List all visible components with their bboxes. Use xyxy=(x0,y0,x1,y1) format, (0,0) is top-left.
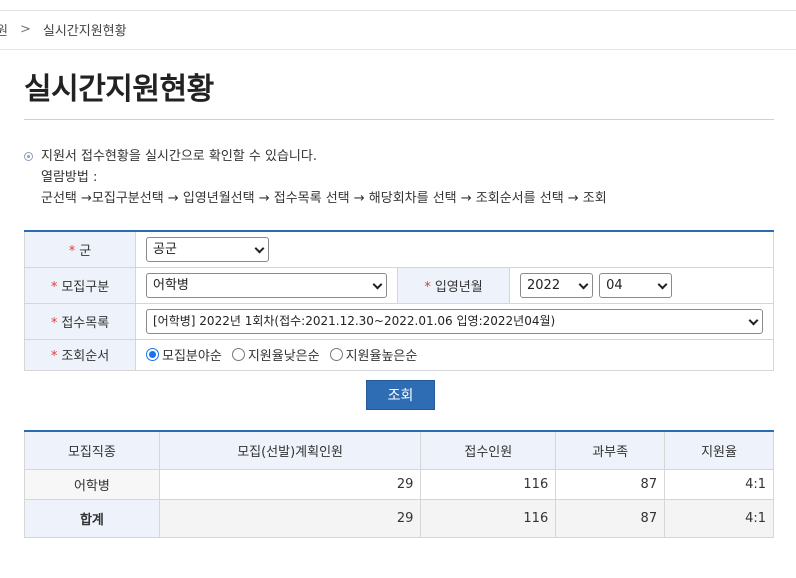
info-line-1: 지원서 접수현황을 실시간으로 확인할 수 있습니다. xyxy=(41,149,317,164)
col-header-applicants: 접수인원 xyxy=(420,430,557,470)
radio-selected-icon[interactable] xyxy=(146,348,159,361)
order-row: * 조회순서 모집분야순 지원율낮은순 지원율높은순 xyxy=(24,338,774,371)
army-cell: 공군 xyxy=(135,230,774,268)
order-label: 조회순서 xyxy=(61,349,110,364)
breadcrumb-prev-link[interactable]: 원 xyxy=(0,20,8,39)
order-radio-field-label: 모집분야순 xyxy=(162,349,222,364)
order-cell: 모집분야순 지원율낮은순 지원율높은순 xyxy=(135,338,774,371)
receipt-label-cell: * 접수목록 xyxy=(24,302,136,340)
enlist-label-cell: * 입영년월 xyxy=(397,266,510,304)
chevron-down-icon xyxy=(254,243,265,254)
info-box: 지원서 접수현황을 실시간으로 확인할 수 있습니다. 열람방법 : 군선택 →… xyxy=(24,146,774,209)
total-applicants: 116 xyxy=(420,498,557,538)
order-radio-field[interactable]: 모집분야순 xyxy=(146,345,222,364)
enlist-cell: 2022 04 xyxy=(509,266,774,304)
required-mark: * xyxy=(50,279,58,295)
recruit-type-label: 모집구분 xyxy=(61,279,110,295)
total-rate: 4:1 xyxy=(664,498,774,538)
results-table: 모집직종 모집(선발)계획인원 접수인원 과부족 지원율 어학병 29 116 … xyxy=(24,430,774,538)
enlist-year-value: 2022 xyxy=(527,277,561,293)
army-row: * 군 공군 xyxy=(24,230,774,268)
cell-applicants: 116 xyxy=(420,468,557,500)
total-surplus: 87 xyxy=(555,498,666,538)
col-header-planned: 모집(선발)계획인원 xyxy=(158,430,422,470)
cell-rate: 4:1 xyxy=(664,468,774,500)
receipt-list-select[interactable]: [어학병] 2022년 1회차(접수:2021.12.30~2022.01.06… xyxy=(146,308,763,334)
order-radio-group: 모집분야순 지원율낮은순 지원율높은순 xyxy=(146,345,763,364)
army-label: 군 xyxy=(79,243,92,259)
required-mark: * xyxy=(50,315,58,331)
radio-empty-icon[interactable] xyxy=(329,348,343,361)
table-row: 어학병 29 116 87 4:1 xyxy=(24,468,774,500)
radio-empty-icon[interactable] xyxy=(231,348,245,361)
receipt-row: * 접수목록 [어학병] 2022년 1회차(접수:2021.12.30~2022… xyxy=(24,302,774,340)
search-form-table: * 군 공군 * 모집구분 어학병 * 입영년월 2022 04 * 접수목록 … xyxy=(24,230,774,371)
army-select[interactable]: 공군 xyxy=(146,236,269,262)
breadcrumb-separator: > xyxy=(19,22,31,37)
cell-surplus: 87 xyxy=(555,468,666,500)
recruit-label-cell: * 모집구분 xyxy=(24,266,136,304)
chevron-down-icon xyxy=(748,315,759,325)
chevron-down-icon xyxy=(578,279,589,289)
order-radio-rate-asc[interactable]: 지원율낮은순 xyxy=(231,345,320,364)
order-label-cell: * 조회순서 xyxy=(24,338,136,371)
col-header-surplus: 과부족 xyxy=(555,430,666,470)
required-mark: * xyxy=(424,279,431,295)
enlist-year-select[interactable]: 2022 xyxy=(520,272,593,298)
recruit-type-select[interactable]: 어학병 xyxy=(146,272,387,298)
enlist-month-select[interactable]: 04 xyxy=(599,272,673,298)
total-label: 합계 xyxy=(24,498,160,538)
receipt-cell: [어학병] 2022년 1회차(접수:2021.12.30~2022.01.06… xyxy=(135,302,774,340)
chevron-down-icon xyxy=(372,279,383,289)
col-header-job: 모집직종 xyxy=(24,430,160,470)
total-planned: 29 xyxy=(158,498,422,538)
recruit-type-select-value: 어학병 xyxy=(153,277,189,293)
cell-planned: 29 xyxy=(158,468,422,500)
enlist-label: 입영년월 xyxy=(434,279,483,295)
col-header-rate: 지원율 xyxy=(664,430,774,470)
breadcrumb: 원 > 실시간지원현황 xyxy=(0,10,796,50)
page-title: 실시간지원현황 xyxy=(24,72,214,107)
cell-job: 어학병 xyxy=(24,468,160,500)
enlist-month-value: 04 xyxy=(606,277,623,293)
required-mark: * xyxy=(50,349,58,364)
bullet-icon xyxy=(24,152,33,161)
results-header-row: 모집직종 모집(선발)계획인원 접수인원 과부족 지원율 xyxy=(24,430,774,470)
order-radio-rate-desc-label: 지원율높은순 xyxy=(345,349,418,364)
breadcrumb-current[interactable]: 실시간지원현황 xyxy=(43,20,127,39)
army-select-value: 공군 xyxy=(153,241,177,257)
chevron-down-icon xyxy=(657,279,668,289)
required-mark: * xyxy=(68,243,76,259)
search-button[interactable]: 조회 xyxy=(366,380,435,410)
info-line-3: 군선택 →모집구분선택 → 입영년월선택 → 접수목록 선택 → 해당회차를 선… xyxy=(41,191,607,206)
recruit-row: * 모집구분 어학병 * 입영년월 2022 04 xyxy=(24,266,774,304)
order-radio-rate-desc[interactable]: 지원율높은순 xyxy=(329,345,418,364)
receipt-list-value: [어학병] 2022년 1회차(접수:2021.12.30~2022.01.06… xyxy=(153,313,556,328)
recruit-cell: 어학병 xyxy=(135,266,398,304)
title-divider xyxy=(24,119,774,120)
army-label-cell: * 군 xyxy=(24,230,136,268)
info-line-2: 열람방법 : xyxy=(41,170,98,185)
receipt-list-label: 접수목록 xyxy=(61,315,110,331)
total-row: 합계 29 116 87 4:1 xyxy=(24,498,774,538)
order-radio-rate-asc-label: 지원율낮은순 xyxy=(247,349,320,364)
